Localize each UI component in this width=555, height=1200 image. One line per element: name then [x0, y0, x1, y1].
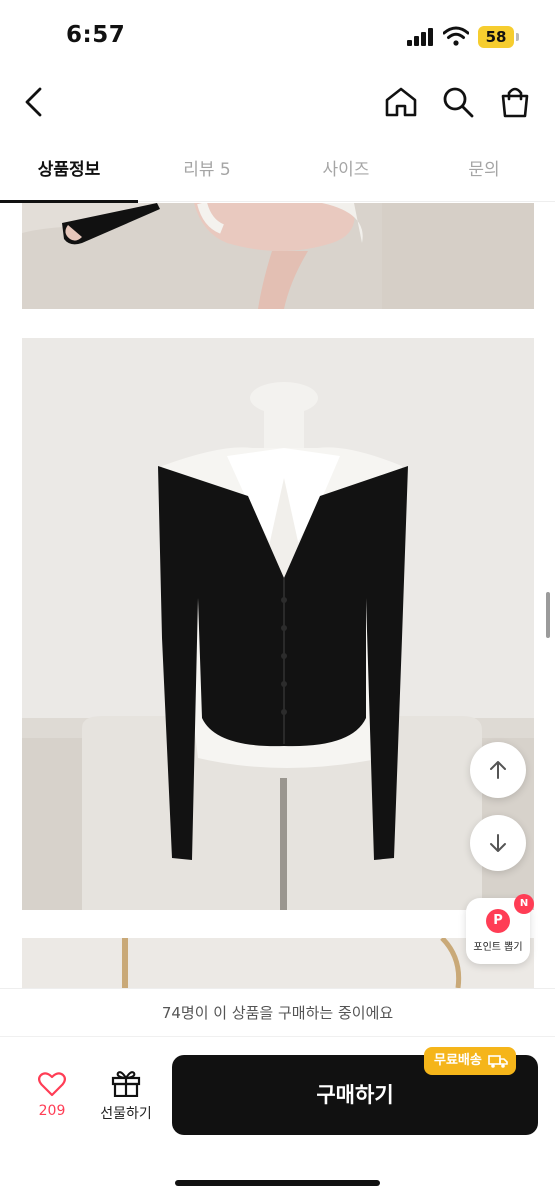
gift-button[interactable]: 선물하기 [92, 1069, 160, 1131]
search-button[interactable] [438, 82, 478, 122]
free-shipping-badge: 무료배송 [424, 1047, 516, 1075]
tab-reviews[interactable]: 리뷰 5 [138, 138, 276, 202]
product-image-1 [22, 203, 534, 309]
home-indicator [175, 1180, 380, 1186]
new-badge: N [514, 894, 534, 914]
status-bar: 6:57 58 [0, 0, 555, 70]
wifi-icon [443, 26, 469, 46]
tab-size[interactable]: 사이즈 [277, 138, 415, 202]
heart-icon [38, 1072, 66, 1097]
point-draw-button[interactable]: P 포인트 뽑기 N [466, 894, 534, 964]
truck-icon [488, 1055, 508, 1068]
gift-label: 선물하기 [100, 1106, 152, 1122]
scroll-up-button[interactable] [470, 742, 526, 798]
back-button[interactable] [14, 82, 54, 122]
purchase-activity-notice: 74명이 이 상품을 구매하는 중이에요 [0, 988, 555, 1036]
search-icon [443, 87, 474, 118]
point-p-icon: P [486, 909, 510, 933]
cart-button[interactable] [495, 82, 535, 122]
like-button[interactable]: 209 [24, 1071, 80, 1131]
tab-inquiry[interactable]: 문의 [415, 138, 553, 202]
shopping-bag-icon [501, 87, 529, 118]
battery-indicator: 58 [478, 26, 519, 48]
like-count: 209 [38, 1103, 66, 1119]
point-draw-label: 포인트 뽑기 [473, 942, 523, 953]
gift-icon [111, 1071, 141, 1098]
scroll-down-button[interactable] [470, 815, 526, 871]
free-shipping-label: 무료배송 [434, 1053, 482, 1068]
arrow-up-icon [490, 761, 506, 779]
home-icon [385, 87, 417, 117]
top-navigation [0, 70, 555, 134]
product-tabs: 상품정보 리뷰 5 사이즈 문의 [0, 138, 555, 203]
tab-product-info[interactable]: 상품정보 [0, 138, 138, 203]
chevron-left-icon [25, 87, 42, 117]
product-image-3 [22, 938, 534, 988]
cellular-signal-icon [407, 28, 435, 46]
home-button[interactable] [381, 82, 421, 122]
page-scrollbar[interactable] [546, 592, 550, 638]
status-time: 6:57 [66, 22, 126, 48]
product-image-2 [22, 338, 534, 910]
arrow-down-icon [490, 834, 506, 852]
